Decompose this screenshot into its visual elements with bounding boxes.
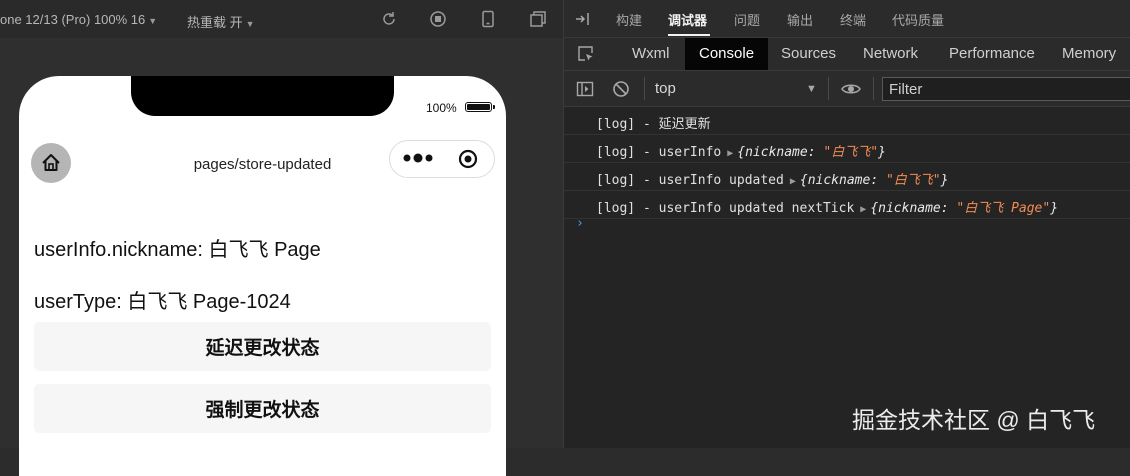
filter-input[interactable] <box>882 77 1130 101</box>
battery-percent: 100% <box>426 101 457 115</box>
toolbar-divider <box>873 77 874 100</box>
active-tab-indicator <box>668 34 710 36</box>
dock-icon[interactable] <box>574 10 592 28</box>
context-select[interactable]: top <box>655 80 676 97</box>
tab-sources[interactable]: Sources <box>767 38 850 70</box>
watermark: 掘金技术社区 @ 白飞飞 <box>852 407 1096 433</box>
devtools-panel: 构建 调试器 问题 输出 终端 代码质量 Wxml Console Source… <box>563 0 1130 448</box>
nickname-text: userInfo.nickname: 白飞飞 Page <box>34 239 321 261</box>
simulator-toolbar: one 12/13 (Pro) 100% 16 ▼ 热重载 开 ▼ <box>0 0 563 38</box>
more-icon[interactable] <box>402 151 434 165</box>
log-row: [log] - userInfo ▶ {nickname: "白飞飞"} <box>564 135 1130 163</box>
phone-screen: 100% pages/store-updated userInfo.nickna… <box>19 76 506 476</box>
hot-reload-dropdown[interactable]: 热重载 开 ▼ <box>187 12 255 31</box>
phone-notch <box>131 76 394 116</box>
console-prompt[interactable]: › <box>576 216 584 231</box>
tab-code-quality[interactable]: 代码质量 <box>892 10 944 29</box>
usertype-text: userType: 白飞飞 Page-1024 <box>34 291 291 313</box>
tab-terminal[interactable]: 终端 <box>840 10 866 29</box>
battery-icon <box>465 102 492 112</box>
tab-console[interactable]: Console <box>685 38 769 70</box>
battery-fill <box>467 104 490 110</box>
log-text: [log] - userInfo updated nextTick <box>596 201 855 216</box>
tab-debugger[interactable]: 调试器 <box>668 10 707 29</box>
clear-icon[interactable] <box>612 80 630 98</box>
devtools-panel-tabs: Wxml Console Sources Network Performance… <box>564 37 1130 71</box>
log-object[interactable]: ▶ {nickname: "白飞飞"} <box>784 173 949 188</box>
log-object[interactable]: ▶ {nickname: "白飞飞 Page"} <box>854 201 1058 216</box>
chevron-down-icon: ▼ <box>148 16 158 26</box>
tab-performance[interactable]: Performance <box>935 38 1049 70</box>
tab-network[interactable]: Network <box>849 38 932 70</box>
window-icon[interactable] <box>529 10 547 28</box>
battery-cap <box>493 105 495 109</box>
menu-capsule <box>389 140 495 178</box>
toolbar-divider <box>644 77 645 100</box>
toolbar-divider <box>828 77 829 100</box>
device-dropdown[interactable]: one 12/13 (Pro) 100% 16 ▼ <box>0 12 157 27</box>
expand-triangle-icon[interactable]: ▶ <box>727 148 733 159</box>
log-text: [log] - 延迟更新 <box>596 117 711 132</box>
force-update-button[interactable]: 强制更改状态 <box>34 384 491 433</box>
log-text: [log] - userInfo <box>596 145 722 160</box>
console-log: [log] - 延迟更新 [log] - userInfo ▶ {nickname:… <box>564 107 1130 219</box>
debugger-top-tabs: 构建 调试器 问题 输出 终端 代码质量 <box>564 0 1130 37</box>
close-mini-icon[interactable] <box>458 149 478 169</box>
eye-icon[interactable] <box>841 80 861 98</box>
console-toolbar: top ▼ <box>564 71 1130 107</box>
log-row: [log] - userInfo updated nextTick ▶ {nickn… <box>564 191 1130 219</box>
tab-output[interactable]: 输出 <box>787 10 813 29</box>
delay-update-button[interactable]: 延迟更改状态 <box>34 322 491 371</box>
sidebar-toggle-icon[interactable] <box>576 80 594 98</box>
log-text: [log] - userInfo updated <box>596 173 784 188</box>
log-object[interactable]: ▶ {nickname: "白飞飞"} <box>721 145 886 160</box>
log-row: [log] - userInfo updated ▶ {nickname: "白飞飞… <box>564 163 1130 191</box>
refresh-icon[interactable] <box>380 10 398 28</box>
phone-icon[interactable] <box>479 10 497 28</box>
chevron-down-icon: ▼ <box>245 19 255 29</box>
stop-icon[interactable] <box>429 10 447 28</box>
simulator-panel: one 12/13 (Pro) 100% 16 ▼ 热重载 开 ▼ 100% pag… <box>0 0 563 476</box>
log-row: [log] - 延迟更新 <box>564 107 1130 135</box>
tab-build[interactable]: 构建 <box>616 10 642 29</box>
expand-triangle-icon[interactable]: ▶ <box>790 176 796 187</box>
tab-wxml[interactable]: Wxml <box>618 38 684 70</box>
tab-memory[interactable]: Memory <box>1048 38 1130 70</box>
inspect-icon[interactable] <box>577 45 595 63</box>
chevron-down-icon[interactable]: ▼ <box>806 83 817 95</box>
tab-problems[interactable]: 问题 <box>734 10 760 29</box>
expand-triangle-icon[interactable]: ▶ <box>860 204 866 215</box>
